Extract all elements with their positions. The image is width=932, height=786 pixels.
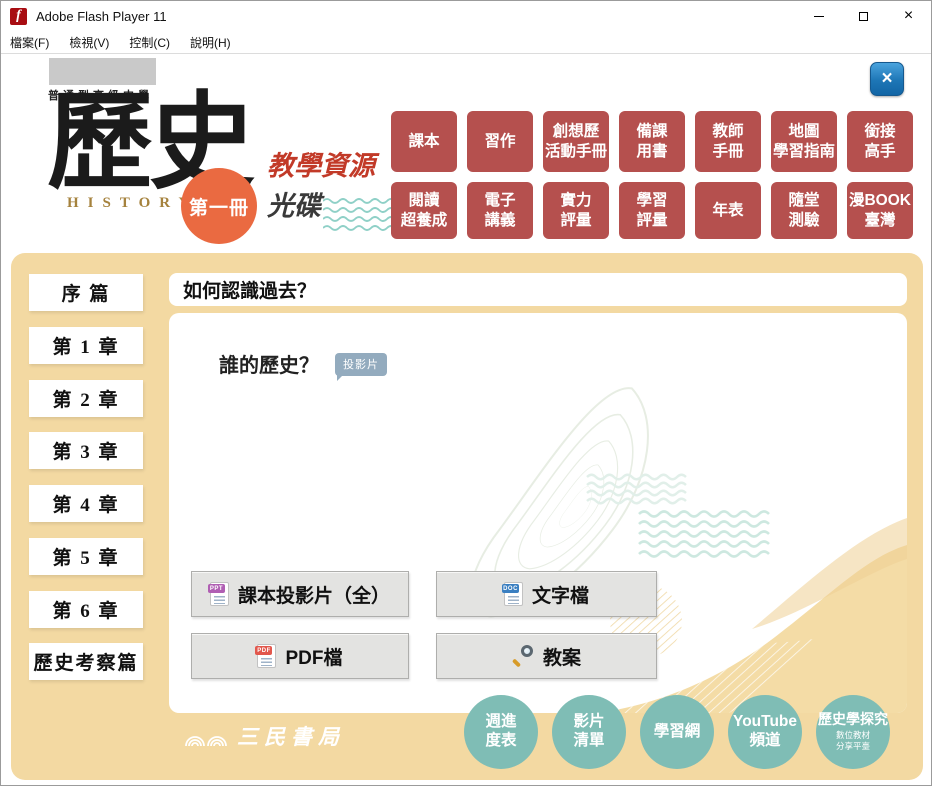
history-inquiry-subtitle: 數位教材 分享平臺 <box>835 729 870 751</box>
tagline-resource: 教學資源 <box>267 151 375 181</box>
sidebar-item-chapter-3[interactable]: 第 3 章 <box>29 432 143 469</box>
resource-reading-button[interactable]: 閱讀 超養成 <box>391 182 457 239</box>
sidebar-item-chapter-1[interactable]: 第 1 章 <box>29 327 143 364</box>
resource-bridging-button[interactable]: 銜接 高手 <box>847 111 913 172</box>
resource-button-row-1: 課本 習作 創想歷 活動手冊 備課 用書 教師 手冊 地圖 學習指南 銜接 高手 <box>391 111 913 172</box>
ppt-file-icon: PPT <box>207 582 229 606</box>
resource-activity-handbook-button[interactable]: 創想歷 活動手冊 <box>543 111 609 172</box>
app-close-button[interactable]: × <box>870 62 904 96</box>
window-title: Adobe Flash Player 11 <box>36 8 167 24</box>
lesson-plan-button[interactable]: 教案 <box>436 633 657 679</box>
resource-quiz-button[interactable]: 隨堂 測驗 <box>771 182 837 239</box>
sidebar-item-chapter-6[interactable]: 第 6 章 <box>29 591 143 628</box>
menu-bar: 檔案(F) 檢視(V) 控制(C) 說明(H) <box>1 31 931 54</box>
resource-comic-taiwan-button[interactable]: 漫BOOK 臺灣 <box>847 182 913 239</box>
wave-decoration-icon <box>323 198 396 231</box>
doc-file-icon: DOC <box>501 582 523 606</box>
menu-file[interactable]: 檔案(F) <box>10 34 49 51</box>
pdf-file-button[interactable]: PDF PDF檔 <box>191 633 409 679</box>
flash-player-icon: f <box>10 7 27 25</box>
resource-button-row-2: 閱讀 超養成 電子 講義 實力 評量 學習 評量 年表 隨堂 測驗 漫BOOK … <box>391 182 913 239</box>
maximize-button[interactable] <box>841 1 886 31</box>
window-controls: × <box>796 1 931 31</box>
publisher-name: 三民書局 <box>237 725 345 749</box>
textbook-slides-all-button[interactable]: PPT 課本投影片（全） <box>191 571 409 617</box>
publisher-logo-placeholder <box>49 58 156 85</box>
youtube-channel-circle-button[interactable]: YouTube 頻道 <box>728 695 802 769</box>
resource-textbook-button[interactable]: 課本 <box>391 111 457 172</box>
resource-teacher-manual-button[interactable]: 教師 手冊 <box>695 111 761 172</box>
resource-workbook-button[interactable]: 習作 <box>467 111 533 172</box>
sidebar-item-field-study[interactable]: 歷史考察篇 <box>29 643 143 680</box>
sidebar-item-chapter-2[interactable]: 第 2 章 <box>29 380 143 417</box>
sidebar-item-preface[interactable]: 序 篇 <box>29 274 143 311</box>
volume-label: 第一冊 <box>188 197 249 219</box>
section-title: 如何認識過去？ <box>183 281 317 302</box>
close-icon: × <box>903 7 914 24</box>
maximize-icon <box>859 11 868 21</box>
sidebar-item-chapter-5[interactable]: 第 5 章 <box>29 538 143 575</box>
menu-help[interactable]: 說明(H) <box>190 34 231 51</box>
text-file-button[interactable]: DOC 文字檔 <box>436 571 657 617</box>
subject-title-english: HISTORY <box>67 195 199 211</box>
magnifier-icon <box>511 645 534 668</box>
lesson-plan-label: 教案 <box>542 647 581 669</box>
learning-site-circle-button[interactable]: 學習網 <box>640 695 714 769</box>
menu-control[interactable]: 控制(C) <box>129 34 170 51</box>
video-list-circle-button[interactable]: 影片 清單 <box>552 695 626 769</box>
close-button[interactable]: × <box>886 1 931 31</box>
publisher-arches-icon <box>185 736 227 747</box>
content-panel: 誰的歷史？ 投影片 PPT 課本投影片（全） DOC 文字檔 PDF PDF檔 <box>169 313 907 713</box>
tagline-disc: 光碟 <box>267 191 321 221</box>
topic-label: 誰的歷史？ <box>219 355 319 377</box>
flash-player-window: f Adobe Flash Player 11 × 檔案(F) 檢視(V) 控制… <box>0 0 932 786</box>
history-inquiry-circle-button[interactable]: 歷史學探究 數位教材 分享平臺 <box>816 695 890 769</box>
slides-badge: 投影片 <box>335 353 387 381</box>
resource-map-guide-button[interactable]: 地圖 學習指南 <box>771 111 837 172</box>
minimize-icon <box>813 15 824 17</box>
resource-chronology-button[interactable]: 年表 <box>695 182 761 239</box>
section-title-bar: 如何認識過去？ <box>169 273 907 306</box>
publisher-logo: 三民書局 <box>184 721 345 751</box>
weekly-schedule-circle-button[interactable]: 週進 度表 <box>464 695 538 769</box>
pdf-file-label: PDF檔 <box>285 647 343 669</box>
sidebar-item-chapter-4[interactable]: 第 4 章 <box>29 485 143 522</box>
resource-ability-assessment-button[interactable]: 實力 評量 <box>543 182 609 239</box>
resource-learning-assessment-button[interactable]: 學習 評量 <box>619 182 685 239</box>
resource-lesson-prep-button[interactable]: 備課 用書 <box>619 111 685 172</box>
volume-badge: 第一冊 <box>181 168 257 244</box>
minimize-button[interactable] <box>796 1 841 31</box>
title-bar: f Adobe Flash Player 11 × <box>1 1 931 31</box>
textbook-slides-all-label: 課本投影片（全） <box>237 585 390 607</box>
app-close-icon: × <box>881 68 893 89</box>
text-file-label: 文字檔 <box>531 585 589 607</box>
pdf-file-icon: PDF <box>255 644 277 668</box>
resource-electure-button[interactable]: 電子 講義 <box>467 182 533 239</box>
history-inquiry-title: 歷史學探究 <box>818 711 888 728</box>
menu-view[interactable]: 檢視(V) <box>69 34 109 51</box>
